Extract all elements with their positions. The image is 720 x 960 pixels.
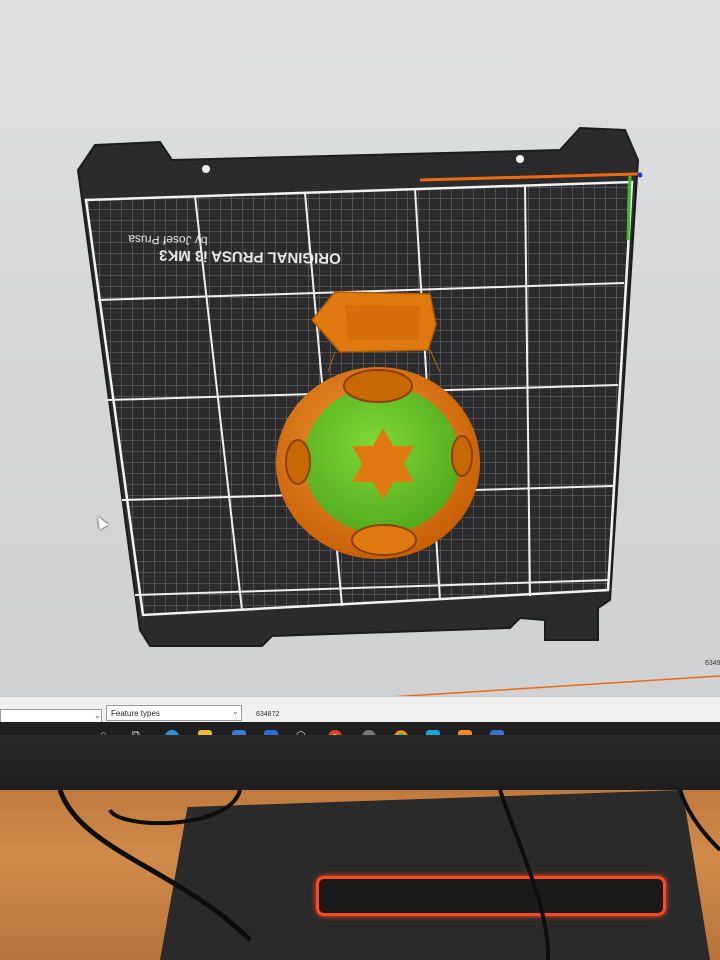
- slicer-3d-view[interactable]: ORIGINAL PRUSA i3 MK3 by Josef Prusa: [0, 0, 720, 745]
- cables: [57, 790, 720, 960]
- photo-scene: ORIGINAL PRUSA i3 MK3 by Josef Prusa 634…: [0, 0, 720, 960]
- layer-value: 634872: [256, 711, 280, 718]
- y-axis-indicator: [626, 175, 632, 241]
- monitor-screen: ORIGINAL PRUSA i3 MK3 by Josef Prusa 634…: [0, 0, 720, 745]
- slider-right-value: 6349: [705, 660, 720, 667]
- bed-author-text: by Josef Prusa: [128, 232, 208, 247]
- chevron-down-icon[interactable]: ⌄: [232, 707, 239, 716]
- chevron-down-icon[interactable]: ⌄: [94, 711, 101, 720]
- ball-model[interactable]: [276, 367, 480, 559]
- bed-brand-text: ORIGINAL PRUSA i3 MK3: [159, 246, 341, 266]
- slicer-status-bar: ⌄ Feature types ⌄ 634872: [0, 696, 720, 725]
- z-axis-indicator: [637, 172, 643, 178]
- bed-hole: [516, 155, 524, 163]
- feature-types-label: Feature types: [111, 709, 160, 718]
- bed-hole: [202, 165, 210, 173]
- feature-types-select[interactable]: Feature types: [106, 705, 242, 721]
